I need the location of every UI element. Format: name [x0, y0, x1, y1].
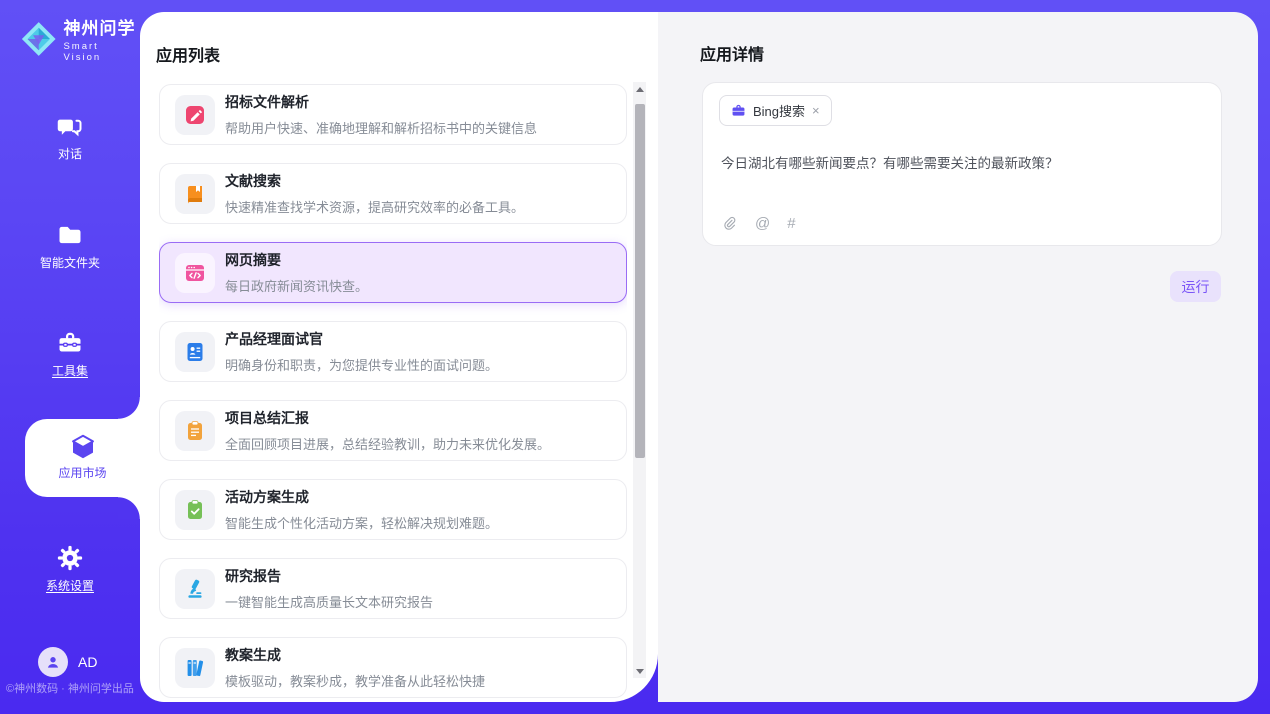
sidebar-item-chat[interactable]: 对话 [0, 112, 140, 162]
folder-icon [56, 221, 84, 249]
books-icon [183, 656, 207, 680]
app-icon-box [175, 490, 215, 530]
sidebar-item-label: 应用市场 [25, 464, 140, 481]
app-icon-box [175, 332, 215, 372]
bid-document-icon [183, 103, 207, 127]
app-desc: 明确身份和职责，为您提供专业性的面试问题。 [225, 355, 498, 374]
sidebar-item-toolbox[interactable]: 工具集 [0, 329, 140, 379]
sidebar-item-app-market[interactable]: 应用市场 [25, 419, 140, 497]
gear-icon [56, 544, 84, 572]
clipboard-check-icon [183, 498, 207, 522]
diamond-logo-icon [20, 20, 57, 58]
interviewer-doc-icon [183, 340, 207, 364]
app-desc: 模板驱动，教案秒成，教学准备从此轻松快捷 [225, 671, 485, 690]
app-title: 招标文件解析 [225, 92, 537, 112]
app-desc: 快速精准查找学术资源，提高研究效率的必备工具。 [225, 197, 524, 216]
app-desc: 一键智能生成高质量长文本研究报告 [225, 592, 433, 611]
topic-icon[interactable]: # [787, 215, 795, 232]
literature-book-icon [183, 182, 207, 206]
app-icon-box [175, 648, 215, 688]
app-title: 文献搜索 [225, 171, 524, 191]
tool-chip-bing-search[interactable]: Bing搜索 × [719, 95, 832, 126]
list-scrollbar[interactable] [633, 82, 646, 678]
mention-icon[interactable]: @ [755, 215, 770, 232]
app-logo: 神州问学 Smart Vision [20, 14, 140, 63]
app-detail-panel: 应用详情 Bing搜索 × 今日湖北有哪些新闻要点？有哪些需要关注的最新政策？ … [658, 12, 1258, 702]
run-button[interactable]: 运行 [1170, 271, 1221, 302]
app-desc: 每日政府新闻资讯快查。 [225, 276, 368, 295]
sidebar: 神州问学 Smart Vision 对话 智能文件夹 [0, 0, 140, 714]
toolbox-icon [56, 329, 84, 357]
sidebar-item-label: 对话 [0, 145, 140, 162]
app-icon-box [175, 569, 215, 609]
app-icon-box [175, 411, 215, 451]
app-card-selected[interactable]: 网页摘要 每日政府新闻资讯快查。 [159, 242, 627, 303]
app-desc: 智能生成个性化活动方案，轻松解决规划难题。 [225, 513, 498, 532]
logo-title: 神州问学 [63, 14, 140, 39]
user-name: AD [78, 654, 97, 670]
close-icon[interactable]: × [812, 104, 820, 117]
app-icon-box [175, 253, 215, 293]
sidebar-item-settings[interactable]: 系统设置 [0, 544, 140, 594]
sidebar-item-label: 智能文件夹 [0, 254, 140, 271]
app-title: 产品经理面试官 [225, 329, 498, 349]
sidebar-item-label: 系统设置 [0, 577, 140, 594]
app-card[interactable]: 教案生成 模板驱动，教案秒成，教学准备从此轻松快捷 [159, 637, 627, 698]
sidebar-item-label: 工具集 [0, 362, 140, 379]
person-icon [44, 653, 62, 671]
avatar [38, 647, 68, 677]
scroll-up-icon[interactable] [633, 82, 646, 96]
app-card[interactable]: 招标文件解析 帮助用户快速、准确地理解和解析招标书中的关键信息 [159, 84, 627, 145]
app-card[interactable]: 活动方案生成 智能生成个性化活动方案，轻松解决规划难题。 [159, 479, 627, 540]
app-card[interactable]: 产品经理面试官 明确身份和职责，为您提供专业性的面试问题。 [159, 321, 627, 382]
app-title: 研究报告 [225, 566, 433, 586]
app-window: 神州问学 Smart Vision 对话 智能文件夹 [0, 0, 1270, 714]
app-card[interactable]: 项目总结汇报 全面回顾项目进展，总结经验教训，助力未来优化发展。 [159, 400, 627, 461]
app-desc: 帮助用户快速、准确地理解和解析招标书中的关键信息 [225, 118, 537, 137]
app-detail-title: 应用详情 [700, 41, 764, 65]
app-list: 招标文件解析 帮助用户快速、准确地理解和解析招标书中的关键信息 文献搜索 快速精… [159, 84, 627, 702]
app-list-panel: 应用列表 招标文件解析 帮助用户快速、准确地理解和解析招标书中的关键信息 [140, 12, 658, 702]
app-card[interactable]: 文献搜索 快速精准查找学术资源，提高研究效率的必备工具。 [159, 163, 627, 224]
briefcase-icon [731, 103, 746, 118]
app-card[interactable]: 研究报告 一键智能生成高质量长文本研究报告 [159, 558, 627, 619]
clipboard-report-icon [183, 419, 207, 443]
cube-icon [68, 432, 98, 462]
app-icon-box [175, 95, 215, 135]
scrollbar-thumb[interactable] [635, 104, 645, 458]
prompt-card: Bing搜索 × 今日湖北有哪些新闻要点？有哪些需要关注的最新政策？ @ # [702, 82, 1222, 246]
web-summary-icon [183, 261, 207, 285]
chat-icon [56, 112, 84, 140]
logo-subtitle: Smart Vision [63, 41, 140, 63]
app-list-title: 应用列表 [156, 42, 220, 66]
attachment-icon[interactable] [721, 215, 738, 232]
user-account[interactable]: AD [38, 647, 97, 677]
query-input[interactable]: 今日湖北有哪些新闻要点？有哪些需要关注的最新政策？ [721, 152, 1207, 172]
app-desc: 全面回顾项目进展，总结经验教训，助力未来优化发展。 [225, 434, 550, 453]
sidebar-item-smart-folder[interactable]: 智能文件夹 [0, 221, 140, 271]
app-title: 项目总结汇报 [225, 408, 550, 428]
app-icon-box [175, 174, 215, 214]
app-title: 教案生成 [225, 645, 485, 665]
sidebar-footer: ©神州数码 · 神州问学出品 [6, 680, 140, 696]
app-title: 网页摘要 [225, 250, 368, 270]
scroll-down-icon[interactable] [633, 664, 646, 678]
microscope-icon [183, 577, 207, 601]
tool-chip-label: Bing搜索 [753, 101, 805, 120]
app-title: 活动方案生成 [225, 487, 498, 507]
composer-toolbar: @ # [721, 215, 796, 232]
